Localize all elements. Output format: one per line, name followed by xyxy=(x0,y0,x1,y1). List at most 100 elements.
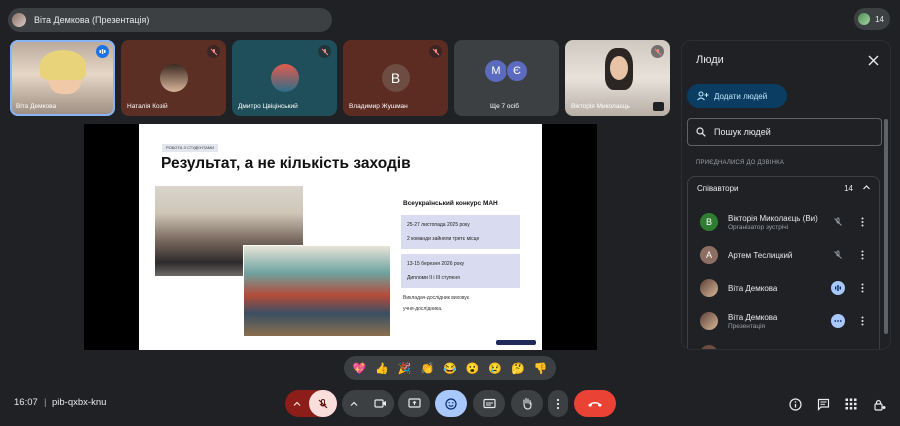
presentation-stage: РОБОТА З СТУДЕНТАМИ Результат, а не кіль… xyxy=(84,124,597,350)
present-button[interactable] xyxy=(398,390,430,417)
pip-icon[interactable] xyxy=(653,102,664,111)
speaking-indicator-icon xyxy=(96,45,109,58)
avatar: А xyxy=(700,246,718,264)
contributors-group: Співавтори 14 В Вікторія Миколаєць (Ви) … xyxy=(687,176,880,349)
avatar xyxy=(700,345,718,349)
reaction-thinking[interactable]: 🤔 xyxy=(508,362,528,375)
avatar: В xyxy=(700,213,718,231)
group-header[interactable]: Співавтори 14 xyxy=(688,177,879,199)
tile-name: Дмитро Цвіцінський xyxy=(238,103,298,110)
add-person-icon xyxy=(697,91,709,101)
reaction-party[interactable]: 🎉 xyxy=(395,362,415,375)
reaction-thumbs-down[interactable]: 👎 xyxy=(531,362,551,375)
avatar: М xyxy=(485,60,507,82)
video-camera-icon xyxy=(373,399,386,408)
mic-off-icon xyxy=(651,45,664,58)
search-icon xyxy=(696,127,706,137)
meeting-time: 16:07 xyxy=(14,397,38,408)
more-vert-icon[interactable] xyxy=(857,215,867,229)
event-date: 25-27 листопада 2025 року xyxy=(407,222,470,228)
tile-name: Владимир Жушман xyxy=(349,103,408,110)
slide-tag: РОБОТА З СТУДЕНТАМИ xyxy=(162,144,219,152)
apps-grid-icon xyxy=(845,398,857,410)
participant-row-partial[interactable] xyxy=(688,339,879,349)
participant-name: Віта Демкова xyxy=(728,313,778,322)
event-result: Дипломи ІІ і ІІІ ступеня xyxy=(407,275,460,281)
raise-hand-button[interactable] xyxy=(511,390,543,417)
participant-tiles: Віта Демкова Наталія Козій Дмитро Цвіцін… xyxy=(10,40,670,116)
close-panel-button[interactable] xyxy=(866,53,880,67)
end-call-icon xyxy=(588,401,602,407)
avatar xyxy=(700,279,718,297)
tile-dmytro-tsvitsinskyi[interactable]: Дмитро Цвіцінський xyxy=(232,40,337,116)
chat-icon xyxy=(817,398,829,411)
joined-section-label: ПРИЄДНАЛИСЯ ДО ДЗВІНКА xyxy=(696,160,785,166)
emoji-button[interactable] xyxy=(435,390,467,417)
chevron-up-icon[interactable] xyxy=(350,400,358,408)
camera-button[interactable] xyxy=(366,390,394,417)
presentation-banner[interactable]: Віта Демкова (Презентація) xyxy=(8,8,332,32)
reaction-clap[interactable]: 👏 xyxy=(417,362,437,375)
note-line: Викладач-дослідник виховує xyxy=(403,295,470,301)
search-people-input[interactable] xyxy=(714,127,864,137)
group-label: Співавтори xyxy=(697,184,739,193)
tile-name: Ще 7 осіб xyxy=(490,103,519,110)
event-result: 2 команди зайняли третє місце xyxy=(407,236,480,242)
add-people-button[interactable]: Додати людей xyxy=(687,84,787,108)
leave-call-button[interactable] xyxy=(574,390,616,417)
reaction-sad[interactable]: 😢 xyxy=(485,362,505,375)
group-photo-2 xyxy=(243,245,391,337)
tile-viktoria-mykolaets[interactable]: Вікторія Миколаєць xyxy=(565,40,670,116)
panel-title: Люди xyxy=(696,54,724,66)
participant-row[interactable]: Віта Демкова xyxy=(688,273,879,303)
participant-role: Організатор зустрічі xyxy=(728,224,789,231)
reaction-heart[interactable]: 💖 xyxy=(349,362,369,375)
activities-button[interactable] xyxy=(843,396,859,412)
more-options-button[interactable] xyxy=(548,390,568,417)
participant-face xyxy=(610,56,628,80)
meeting-code[interactable]: pib-qxbx-knu xyxy=(52,397,106,408)
participant-row[interactable]: А Артем Теслицкий xyxy=(688,240,879,270)
participant-row[interactable]: Віта Демкова Презентація xyxy=(688,306,879,336)
note-line: учня-дослідника. xyxy=(403,306,443,312)
slide: РОБОТА З СТУДЕНТАМИ Результат, а не кіль… xyxy=(139,124,542,350)
separator: | xyxy=(44,397,47,408)
participant-count: 14 xyxy=(875,14,884,24)
tile-name: Вікторія Миколаєць xyxy=(571,103,630,110)
tile-natalia-koziy[interactable]: Наталія Козій xyxy=(121,40,226,116)
host-controls-button[interactable] xyxy=(871,396,887,412)
more-vert-icon xyxy=(556,398,560,409)
meet-window: Віта Демкова (Презентація) 14 Віта Демко… xyxy=(0,0,900,426)
emoji-icon xyxy=(445,397,457,410)
info-button[interactable] xyxy=(787,396,803,412)
reaction-surprised[interactable]: 😮 xyxy=(463,362,483,375)
participant-name: Вікторія Миколаєць (Ви) xyxy=(728,214,818,223)
tile-name: Наталія Козій xyxy=(127,103,168,110)
chevron-up-icon[interactable] xyxy=(293,400,301,408)
reaction-thumbs-up[interactable]: 👍 xyxy=(372,362,392,375)
participant-row[interactable]: В Вікторія Миколаєць (Ви) Організатор зу… xyxy=(688,207,879,237)
reaction-laugh[interactable]: 😂 xyxy=(440,362,460,375)
chat-button[interactable] xyxy=(815,396,831,412)
tile-vladimir-zhushman[interactable]: В Владимир Жушман xyxy=(343,40,448,116)
captions-button[interactable] xyxy=(473,390,505,417)
reactions-bar: 💖 👍 🎉 👏 😂 😮 😢 🤔 👎 xyxy=(344,356,556,380)
more-vert-icon[interactable] xyxy=(857,314,867,328)
close-icon xyxy=(868,55,878,65)
avatar xyxy=(270,64,299,92)
more-vert-icon[interactable] xyxy=(857,281,867,295)
presenter-avatar xyxy=(12,13,26,27)
more-vert-icon[interactable] xyxy=(857,248,867,262)
event-box-2: 13-15 березня 2026 року Дипломи ІІ і ІІІ… xyxy=(401,254,520,288)
slide-footer-logo xyxy=(496,340,536,345)
panel-scrollbar[interactable] xyxy=(884,119,888,334)
presenting-indicator-icon xyxy=(831,314,845,328)
participants-count-button[interactable]: 14 xyxy=(854,8,890,30)
lock-person-icon xyxy=(873,399,885,411)
hand-icon xyxy=(523,397,532,410)
tile-more-people[interactable]: М Є Ще 7 осіб xyxy=(454,40,559,116)
avatar: В xyxy=(381,64,410,92)
mic-off-icon xyxy=(831,248,845,262)
tile-vita-demkova[interactable]: Віта Демкова xyxy=(10,40,115,116)
mic-off-button[interactable] xyxy=(309,390,337,417)
